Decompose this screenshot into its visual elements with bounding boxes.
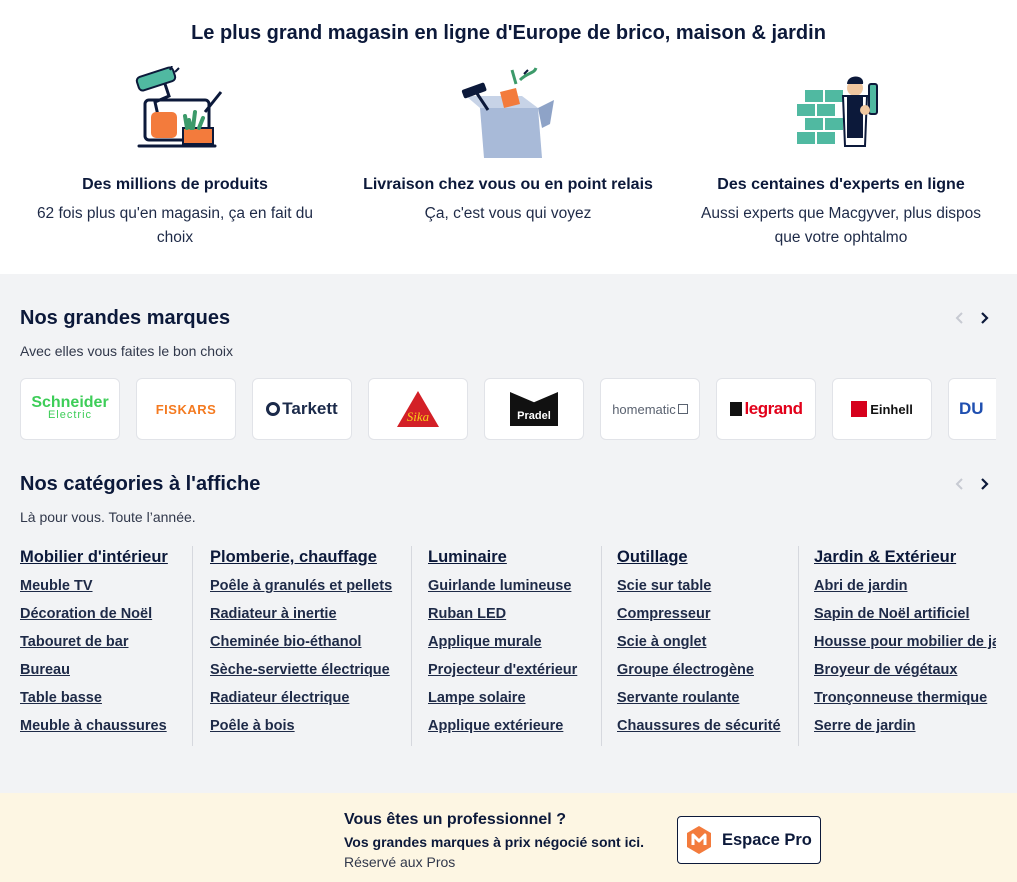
pro-banner-subtitle: Vos grandes marques à prix négocié sont … [344,834,645,850]
category-heading[interactable]: Plomberie, chauffage [210,548,377,567]
brand-card-pradel[interactable]: Pradel [484,378,584,440]
homematic-logo: homematic [612,401,676,417]
category-link[interactable]: Sapin de Noël artificiel [814,606,970,622]
category-link[interactable]: Housse pour mobilier de jardin [814,634,996,650]
brand-card-du[interactable]: DU [948,378,996,440]
category-link[interactable]: Chaussures de sécurité [617,718,781,734]
brand-card-fiskars[interactable]: FISKARS [136,378,236,440]
category-link[interactable]: Projecteur d'extérieur [428,662,577,678]
einhell-logo: Einhell [870,401,913,417]
brand-card-tarkett[interactable]: Tarkett [252,378,352,440]
usp-experts-subtitle: Aussi experts que Macgyver, plus dispos … [701,205,981,246]
category-column-plomberie: Plomberie, chauffage Poêle à granulés et… [192,546,411,746]
schneider-logo: Schneider Electric [31,394,109,422]
category-link[interactable]: Servante roulante [617,690,740,706]
brands-carousel: Schneider Electric FISKARS Tarkett Sika … [20,378,996,442]
category-link[interactable]: Groupe électrogène [617,662,754,678]
manomano-logo-icon [687,826,711,854]
usp-products-subtitle: 62 fois plus qu'en magasin, ça en fait d… [36,205,314,246]
category-column-jardin: Jardin & Extérieur Abri de jardin Sapin … [798,546,996,746]
category-link[interactable]: Poêle à bois [210,718,295,734]
usp-experts-title: Des centaines d'experts en ligne [717,176,965,193]
category-link[interactable]: Tabouret de bar [20,634,129,650]
sika-logo: Sika [397,391,439,427]
pro-banner-note: Réservé aux Pros [344,854,456,870]
categories-subtitle: Là pour vous. Toute l’année. [20,509,196,525]
category-link[interactable]: Tronçonneuse thermique [814,690,987,706]
usp-delivery-subtitle: Ça, c'est vous qui voyez [424,205,592,222]
category-link[interactable]: Serre de jardin [814,718,916,734]
brands-subtitle: Avec elles vous faites le bon choix [20,343,233,359]
chevron-left-icon [955,478,963,490]
category-link[interactable]: Meuble TV [20,578,93,594]
categories-prev-button[interactable] [950,474,970,494]
category-link[interactable]: Cheminée bio-éthanol [210,634,361,650]
homematic-square-icon [677,404,688,414]
pro-banner: Vous êtes un professionnel ? Vos grandes… [0,793,1017,882]
brands-next-button[interactable] [974,308,994,328]
category-link[interactable]: Abri de jardin [814,578,907,594]
category-link[interactable]: Applique murale [428,634,542,650]
usp-products-title: Des millions de produits [82,176,268,193]
category-heading[interactable]: Outillage [617,548,688,567]
category-link[interactable]: Radiateur électrique [210,690,349,706]
category-link[interactable]: Lampe solaire [428,690,526,706]
brand-card-homematic[interactable]: homematic [600,378,700,440]
usp-products: Des millions de produits 62 fois plus qu… [20,65,330,250]
category-link[interactable]: Table basse [20,690,102,706]
du-logo: DU [959,399,984,418]
tarkett-logo: Tarkett [282,399,338,418]
usp-experts: Des centaines d'experts en ligne Aussi e… [686,66,996,250]
legrand-square-icon [729,402,742,416]
chevron-right-icon [981,478,989,490]
category-column-luminaire: Luminaire Guirlande lumineuse Ruban LED … [411,546,601,746]
espace-pro-label: Espace Pro [722,830,812,849]
category-link[interactable]: Radiateur à inertie [210,606,337,622]
category-link[interactable]: Meuble à chaussures [20,718,167,734]
category-link[interactable]: Poêle à granulés et pellets [210,578,392,594]
brand-card-einhell[interactable]: Einhell [832,378,932,440]
expert-builder-illustration-icon [791,66,891,158]
category-link[interactable]: Broyeur de végétaux [814,662,957,678]
legrand-logo: legrand [744,399,803,418]
svg-text:Sika: Sika [407,409,430,424]
espace-pro-button[interactable]: Espace Pro [677,816,821,864]
delivery-box-illustration-icon [458,66,558,158]
paint-roller-illustration-icon [125,65,225,158]
category-heading[interactable]: Mobilier d'intérieur [20,548,168,567]
brands-and-categories-section: Nos grandes marques Avec elles vous fait… [0,274,1017,793]
tarkett-ring-icon [266,402,281,416]
category-heading[interactable]: Luminaire [428,548,507,567]
usp-delivery-title: Livraison chez vous ou en point relais [363,176,653,193]
brand-card-schneider[interactable]: Schneider Electric [20,378,120,440]
category-link[interactable]: Scie à onglet [617,634,706,650]
category-link[interactable]: Ruban LED [428,606,506,622]
categories-next-button[interactable] [974,474,994,494]
brands-prev-button[interactable] [950,308,970,328]
einhell-square-icon [851,401,868,417]
pradel-logo: Pradel [510,392,558,426]
category-link[interactable]: Applique extérieure [428,718,563,734]
category-link[interactable]: Sèche-serviette électrique [210,662,390,678]
category-link[interactable]: Guirlande lumineuse [428,578,571,594]
fiskars-logo: FISKARS [155,401,217,417]
category-column-outillage: Outillage Scie sur table Compresseur Sci… [601,546,798,746]
category-link[interactable]: Bureau [20,662,70,678]
usp-banner-title: Le plus grand magasin en ligne d'Europe … [191,22,826,44]
categories-title: Nos catégories à l'affiche [20,473,261,495]
category-column-mobilier: Mobilier d'intérieur Meuble TV Décoratio… [20,546,192,746]
usp-delivery: Livraison chez vous ou en point relais Ç… [353,66,663,226]
usp-banner: Le plus grand magasin en ligne d'Europe … [0,0,1017,274]
categories-grid: Mobilier d'intérieur Meuble TV Décoratio… [0,546,1017,746]
category-link[interactable]: Compresseur [617,606,710,622]
category-heading[interactable]: Jardin & Extérieur [814,548,956,567]
pro-banner-title: Vous êtes un professionnel ? [344,811,566,828]
category-link[interactable]: Décoration de Noël [20,606,152,622]
brand-card-sika[interactable]: Sika [368,378,468,440]
chevron-left-icon [955,312,963,324]
chevron-right-icon [981,312,989,324]
category-link[interactable]: Scie sur table [617,578,711,594]
brands-title: Nos grandes marques [20,307,231,329]
brand-card-legrand[interactable]: legrand [716,378,816,440]
